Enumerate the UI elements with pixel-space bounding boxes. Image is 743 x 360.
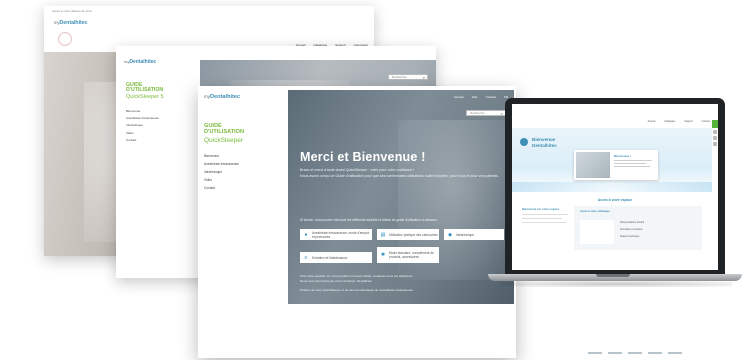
laptop-card: Bienvenue ! bbox=[574, 150, 658, 180]
tile-4[interactable]: ✱ Mode standard, complément de produits,… bbox=[377, 247, 439, 263]
gear-icon: ✱ bbox=[380, 252, 386, 258]
page3-link-0[interactable]: Accueil bbox=[454, 95, 464, 99]
page2-nav-item-3[interactable]: Vidéo bbox=[126, 130, 159, 137]
laptop-nav-link-0[interactable]: Accueil bbox=[648, 120, 656, 125]
tile-0[interactable]: ● Anesthésie intraosseuse, mode d'emploi… bbox=[300, 229, 372, 240]
logo-name: Dentalhitec bbox=[59, 20, 88, 26]
tile-label: Mode standard, complément de produits, a… bbox=[389, 251, 434, 259]
page3-nav-item-0[interactable]: Bienvenue bbox=[204, 152, 239, 160]
page3-link-1[interactable]: Aide bbox=[472, 95, 478, 99]
laptop-welcome-line1: Bienvenue bbox=[532, 137, 556, 142]
mail-icon[interactable] bbox=[713, 136, 717, 140]
page3-logo: myDentalhitec bbox=[204, 94, 240, 100]
laptop-card-title: Bienvenue ! bbox=[614, 154, 632, 158]
page3-guide-subtitle: QuickSleeper bbox=[204, 137, 244, 144]
hero-line-1: Nous avons conçu ce Guide d'utilisation … bbox=[300, 174, 499, 178]
tile-1[interactable]: ▤ Utilisation pratique des cartouches bbox=[377, 229, 439, 240]
marketing-mockup: Accès à votre tableau de bord myDentalhi… bbox=[0, 0, 743, 360]
page3-search-placeholder: Recherche bbox=[470, 111, 485, 115]
tile-label: Utilisation pratique des cartouches bbox=[389, 232, 438, 237]
laptop-side-icons bbox=[712, 130, 718, 156]
page3-hero-photo: Accueil Aide Contact FR Recherche ⌕ Merc… bbox=[288, 90, 514, 304]
laptop-nav-link-1[interactable]: Catalogue bbox=[664, 120, 675, 125]
laptop-nav-link-2[interactable]: Support bbox=[684, 120, 692, 125]
laptop-shadow bbox=[500, 281, 732, 287]
footer-line-2: Profitez de votre QuickSleeper et de tou… bbox=[300, 288, 414, 292]
page2-guide-title: GUIDE D'UTILISATION bbox=[126, 82, 163, 94]
hero-line-0: Bravo et merci d'avoir choisi QuickSleep… bbox=[300, 168, 414, 172]
page3-nav-item-3[interactable]: Vidéo bbox=[204, 176, 239, 184]
list-icon: ≡ bbox=[304, 254, 308, 261]
page2-nav-item-4[interactable]: Contact bbox=[126, 137, 159, 144]
page3-nav-item-1[interactable]: Anesthésie Intraosseuse bbox=[204, 160, 239, 168]
laptop-feature-title: Bienvenue sur votre espace bbox=[522, 207, 560, 211]
drop-icon: ● bbox=[304, 231, 308, 238]
page1-logo: myDentalhitec bbox=[54, 20, 88, 26]
footer-line-0: Pour toute question sur votre produit ou… bbox=[300, 274, 413, 278]
page2-nav: Bienvenue Anesthésie Intraosseuse Intrar… bbox=[126, 108, 159, 144]
page3-nav-item-4[interactable]: Contact bbox=[204, 184, 239, 192]
page2-search-placeholder: Recherche bbox=[392, 75, 407, 79]
laptop-list-item-0[interactable]: Accès à votre catalogue bbox=[580, 210, 610, 213]
page3-link-2[interactable]: Contact bbox=[486, 95, 496, 99]
laptop-notch bbox=[596, 274, 630, 277]
logo-name: Dentalhitec bbox=[129, 59, 157, 65]
hero-title: Merci et Bienvenue ! bbox=[300, 150, 426, 164]
search-icon: ⌕ bbox=[500, 111, 503, 116]
page3-nav: Bienvenue Anesthésie Intraosseuse Intrar… bbox=[204, 152, 239, 192]
tile-label: Entretien et Maintenance bbox=[312, 255, 348, 260]
section-intro: Si besoin, vous pouvez retrouver les dif… bbox=[300, 218, 438, 222]
page2-nav-item-1[interactable]: Anesthésie Intraosseuse bbox=[126, 115, 159, 122]
laptop-section-title: Accès à votre espace bbox=[597, 198, 633, 202]
page1-shield-icon bbox=[58, 32, 72, 46]
page-guide-front: myDentalhitec GUIDE D'UTILISATION QuickS… bbox=[198, 86, 516, 358]
pin-icon: ◆ bbox=[448, 231, 452, 238]
page2-search-input[interactable]: Recherche ⌕ bbox=[388, 74, 428, 80]
laptop-top-nav: Accueil Catalogue Support Compte bbox=[512, 120, 718, 125]
tile-label: Anesthésie intraosseuse, mode d'emploi e… bbox=[312, 230, 370, 239]
page2-nav-item-2[interactable]: Intraréduque bbox=[126, 122, 159, 129]
laptop-screen: Accueil Catalogue Support Compte Bienven… bbox=[512, 104, 718, 270]
tile-3[interactable]: ≡ Entretien et Maintenance bbox=[300, 252, 372, 263]
footer-line-1: Nous vous remercions de votre confiance.… bbox=[300, 279, 373, 283]
phone-icon[interactable] bbox=[713, 130, 717, 134]
page1-header-text: Accès à votre tableau de bord bbox=[52, 9, 92, 13]
laptop-list-item-1[interactable]: Documentation produit bbox=[620, 221, 644, 224]
laptop-banner: Bienvenue Dentalhitec Bienvenue ! bbox=[512, 128, 712, 194]
laptop-welcome-icon bbox=[520, 138, 528, 146]
laptop-welcome-line2: Dentalhitec bbox=[532, 143, 557, 148]
tile-2[interactable]: ◆ Intraréduque bbox=[444, 229, 504, 240]
user-icon[interactable] bbox=[713, 142, 717, 146]
guide-title-line2: D'UTILISATION bbox=[204, 128, 245, 135]
corner-logo-fragment bbox=[588, 352, 708, 360]
logo-name: Dentalhitec bbox=[209, 94, 241, 100]
page3-search-input[interactable]: Recherche ⌕ bbox=[466, 110, 506, 116]
page3-guide-title: GUIDE D'UTILISATION bbox=[204, 123, 245, 136]
page3-top-links: Accueil Aide Contact FR bbox=[418, 92, 514, 102]
laptop-list-item-2[interactable]: Formation et tutoriels bbox=[620, 228, 642, 231]
search-icon: ⌕ bbox=[422, 75, 425, 80]
laptop-nav-link-3[interactable]: Compte bbox=[702, 120, 710, 125]
page3-nav-item-2[interactable]: Intraréduque bbox=[204, 168, 239, 176]
laptop-side-green-tab[interactable] bbox=[712, 120, 718, 128]
page2-nav-item-0[interactable]: Bienvenue bbox=[126, 108, 159, 115]
document-icon: ▤ bbox=[380, 231, 386, 238]
laptop-list-item-3[interactable]: Support technique bbox=[620, 235, 639, 238]
page2-guide-subtitle: QuickSleeper 5 bbox=[126, 94, 164, 100]
laptop-feature-card: Accès à votre catalogue Documentation pr… bbox=[574, 206, 702, 250]
tile-label: Intraréduque bbox=[456, 232, 475, 237]
page2-logo: myDentalhitec bbox=[124, 59, 156, 65]
